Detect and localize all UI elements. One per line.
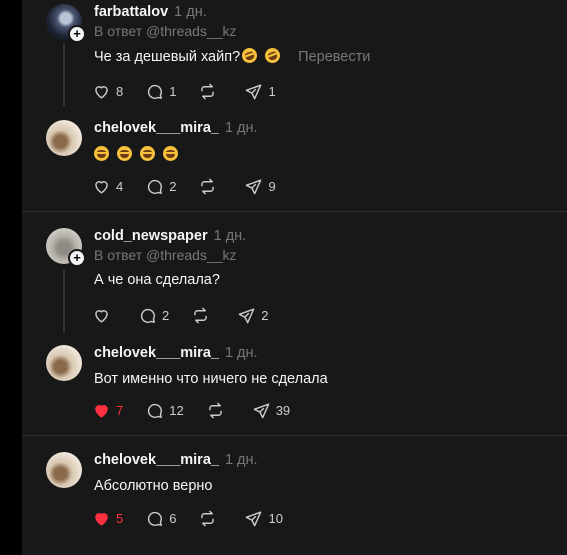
rofl-emoji-icon: [240, 45, 260, 66]
like-button[interactable]: [92, 306, 116, 325]
send-icon: [246, 178, 262, 194]
action-bar: 7 12 39: [92, 400, 312, 420]
grin-emoji-icon: [163, 146, 178, 161]
reply-to-label[interactable]: В ответ @threads__kz: [94, 23, 557, 39]
reply-button[interactable]: 12: [145, 401, 184, 420]
comment-icon: [148, 84, 163, 99]
username[interactable]: farbattalov: [94, 4, 168, 20]
like-count: 8: [116, 83, 124, 99]
action-bar: 2 2: [92, 305, 290, 325]
timestamp[interactable]: 1 дн.: [225, 120, 258, 136]
grin-emoji-icon: [117, 146, 132, 161]
share-button[interactable]: 1: [244, 82, 276, 101]
heart-icon: [95, 180, 108, 194]
like-button[interactable]: 8: [92, 82, 123, 101]
thread-connector-line: [63, 270, 65, 332]
heart-icon: [95, 85, 108, 99]
share-button[interactable]: 39: [252, 401, 290, 420]
username[interactable]: chelovek___mira_: [94, 345, 219, 361]
rofl-emoji-icon: [263, 45, 283, 66]
thread-connector-line: [63, 44, 65, 106]
send-icon: [238, 307, 255, 323]
repost-button[interactable]: [198, 177, 222, 196]
follow-plus-icon[interactable]: +: [68, 249, 86, 267]
share-button[interactable]: 9: [244, 177, 276, 196]
reply-count: 1: [169, 83, 177, 99]
thread-panel: + farbattalov 1 дн. В ответ @threads__kz …: [22, 0, 567, 555]
reply-count: 2: [169, 178, 177, 194]
reply-button[interactable]: 1: [145, 82, 176, 101]
grin-emoji-icon: [94, 146, 109, 161]
username[interactable]: chelovek___mira_: [94, 452, 219, 468]
repost-icon: [201, 178, 215, 194]
reply-count: 6: [169, 510, 177, 526]
share-count: 39: [275, 402, 291, 418]
comment-icon: [140, 308, 155, 323]
heart-icon: [95, 309, 108, 323]
repost-button[interactable]: [191, 306, 215, 325]
like-button[interactable]: 7: [92, 401, 123, 420]
timestamp[interactable]: 1 дн.: [225, 452, 258, 468]
thread-separator: [22, 435, 567, 436]
share-button[interactable]: 10: [244, 509, 283, 528]
share-count: 9: [268, 178, 276, 194]
repost-icon: [201, 510, 215, 526]
action-bar: 8 1 1: [92, 81, 298, 101]
share-count: 10: [268, 510, 283, 526]
timestamp[interactable]: 1 дн.: [214, 228, 247, 244]
grin-emoji-icon: [140, 146, 155, 161]
send-icon: [246, 510, 262, 526]
comment-icon: [148, 403, 163, 418]
share-count: 1: [268, 83, 276, 99]
like-count: 5: [116, 510, 124, 526]
like-button[interactable]: 5: [92, 509, 123, 528]
post-text: Че за дешевый хайп? Перевести: [94, 45, 557, 66]
share-count: 2: [261, 307, 269, 323]
reply-to-label[interactable]: В ответ @threads__kz: [94, 247, 557, 263]
username[interactable]: chelovek___mira_: [94, 120, 219, 136]
reply-count: 2: [162, 307, 170, 323]
reply-button[interactable]: 6: [145, 509, 176, 528]
share-button[interactable]: 2: [237, 306, 268, 325]
like-button[interactable]: 4: [92, 177, 123, 196]
action-bar: 4 2 9: [92, 176, 298, 196]
post-text-body: Че за дешевый хайп?: [94, 49, 241, 65]
repost-icon: [201, 83, 215, 99]
repost-icon: [208, 402, 222, 418]
avatar[interactable]: [46, 452, 82, 488]
username[interactable]: cold_newspaper: [94, 228, 208, 244]
follow-plus-icon[interactable]: +: [68, 25, 86, 43]
heart-filled-icon: [95, 404, 108, 418]
comment-icon: [148, 179, 163, 194]
avatar[interactable]: [46, 345, 82, 381]
send-icon: [253, 402, 270, 418]
reply-button[interactable]: 2: [138, 306, 169, 325]
post-text: А че она сделала?: [94, 272, 220, 288]
heart-filled-icon: [95, 512, 108, 526]
repost-button[interactable]: [198, 82, 222, 101]
like-count: 7: [116, 402, 124, 418]
repost-icon: [194, 307, 207, 323]
post-text: Абсолютно верно: [94, 478, 213, 494]
avatar[interactable]: [46, 120, 82, 156]
thread-separator: [22, 211, 567, 212]
timestamp[interactable]: 1 дн.: [225, 345, 258, 361]
reply-count: 12: [169, 402, 184, 418]
reply-button[interactable]: 2: [145, 177, 176, 196]
send-icon: [246, 83, 262, 99]
post-text: [94, 146, 557, 163]
comment-icon: [148, 511, 163, 526]
translate-link[interactable]: Перевести: [298, 49, 370, 65]
timestamp[interactable]: 1 дн.: [174, 4, 207, 20]
action-bar: 5 6 10: [92, 508, 305, 528]
repost-button[interactable]: [206, 401, 230, 420]
post-text: Вот именно что ничего не сделала: [94, 371, 328, 387]
like-count: 4: [116, 178, 124, 194]
repost-button[interactable]: [198, 509, 222, 528]
